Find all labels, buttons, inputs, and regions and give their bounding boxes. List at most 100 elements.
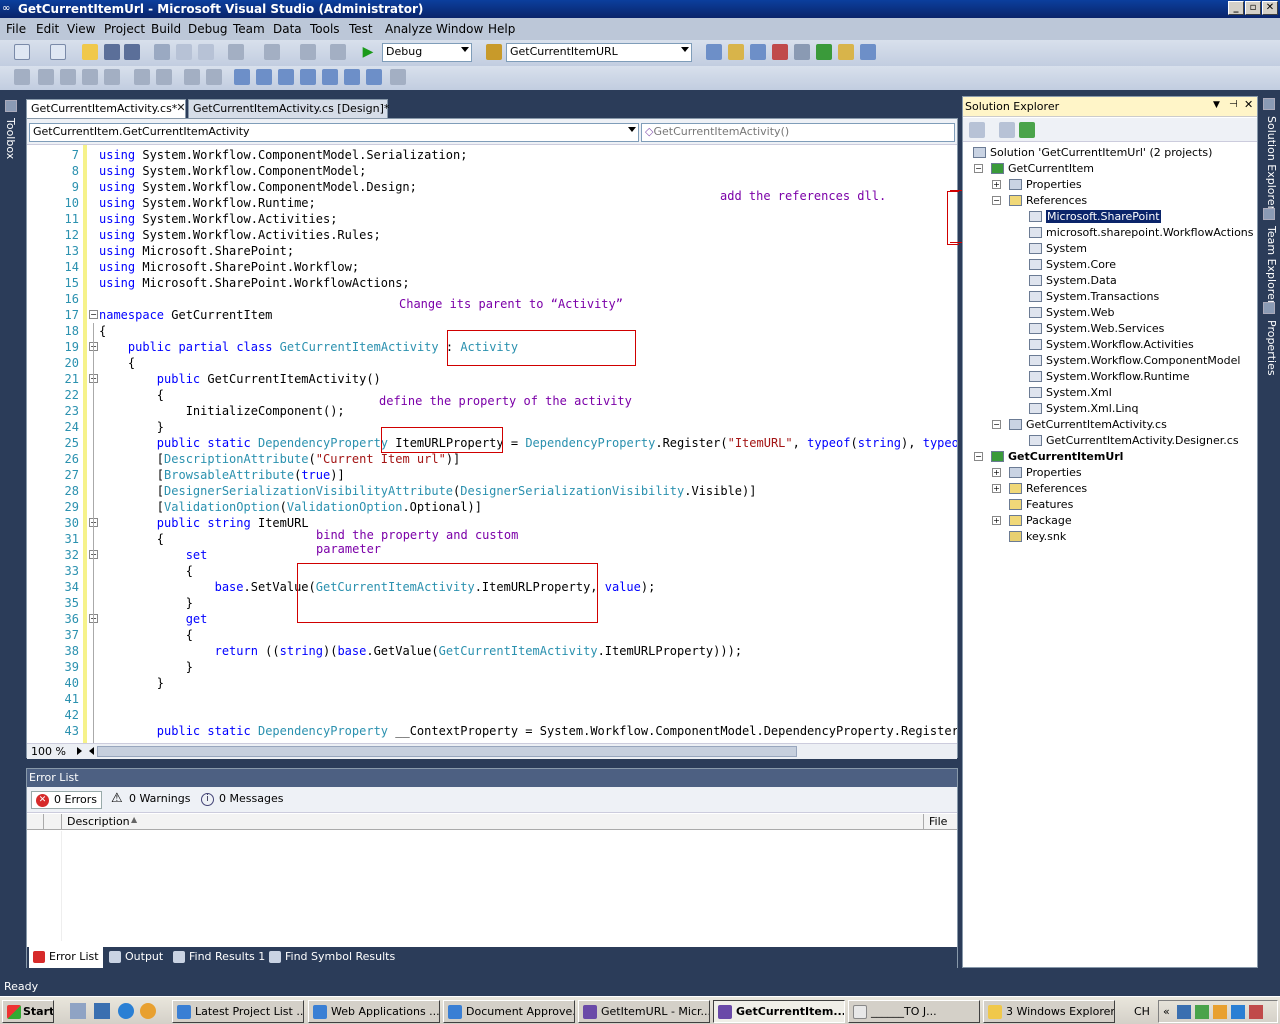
taskbar-item[interactable]: ______TO J... [848, 1000, 980, 1023]
code-line[interactable]: { [99, 323, 106, 339]
code-line[interactable]: public string ItemURL [99, 515, 309, 531]
designer-file-node[interactable]: GetCurrentItemActivity.Designer.cs [1046, 434, 1239, 447]
reference-item[interactable]: System.Web [1046, 306, 1115, 319]
menu-project[interactable]: Project [104, 22, 145, 36]
refresh-icon[interactable] [1019, 122, 1035, 138]
code-editor[interactable]: GetCurrentItem.GetCurrentItemActivity ◇G… [26, 118, 959, 759]
menu-build[interactable]: Build [151, 22, 181, 36]
toolbox-pin-icon[interactable] [5, 100, 17, 112]
open-folder-icon[interactable] [82, 44, 98, 60]
file-column-header[interactable]: File [929, 815, 947, 828]
close-panel-icon[interactable]: ✕ [1244, 98, 1253, 111]
maximize-button[interactable]: ▫ [1245, 1, 1261, 15]
language-indicator[interactable]: CH [1134, 1005, 1150, 1018]
strip-tab-solution-explorer[interactable]: Solution Explorer [1265, 116, 1278, 210]
tab-error-list[interactable]: Error List [29, 947, 103, 968]
reference-item[interactable]: Microsoft.SharePoint [1046, 210, 1161, 223]
code-line[interactable]: { [99, 387, 164, 403]
copy-icon[interactable] [176, 44, 192, 60]
collapse-icon[interactable]: − [992, 420, 1001, 429]
parameter-info-icon[interactable] [38, 69, 54, 85]
menu-edit[interactable]: Edit [36, 22, 59, 36]
code-line[interactable]: InitializeComponent(); [99, 403, 345, 419]
reference-item[interactable]: System.Web.Services [1046, 322, 1164, 335]
taskbar-item[interactable]: GetItemURL - Micr... [578, 1000, 710, 1023]
code-line[interactable]: public static DependencyProperty ItemURL… [99, 435, 957, 451]
find-icon[interactable] [706, 44, 722, 60]
tray-expand-icon[interactable]: « [1163, 1005, 1170, 1018]
bookmark-next-icon[interactable] [278, 69, 294, 85]
paste-icon[interactable] [198, 44, 214, 60]
taskbar-item-active[interactable]: GetCurrentItem... [713, 1000, 845, 1023]
bookmark-next-folder-icon[interactable] [322, 69, 338, 85]
properties-node[interactable]: Properties [1026, 178, 1082, 191]
taskbar-group-explorer[interactable]: 3 Windows Explorer ▾ [983, 1000, 1115, 1023]
bookmark-prev-folder-icon[interactable] [300, 69, 316, 85]
collapse-icon[interactable]: − [992, 196, 1001, 205]
collapse-icon[interactable]: − [974, 452, 983, 461]
tab-activity-design[interactable]: GetCurrentItemActivity.cs [Design]* [188, 99, 389, 118]
word-wrap-icon[interactable] [104, 69, 120, 85]
expand-icon[interactable]: + [992, 180, 1001, 189]
scroll-thumb[interactable] [97, 746, 797, 757]
code-line[interactable]: return ((string)(base.GetValue(GetCurren… [99, 643, 742, 659]
network-icon[interactable] [1231, 1005, 1245, 1019]
toolbox-icon[interactable] [794, 44, 810, 60]
quick-launch-ie-icon[interactable] [118, 1003, 134, 1019]
code-line[interactable]: using System.Workflow.Activities; [99, 211, 337, 227]
reference-item[interactable]: System.Xml.Linq [1046, 402, 1138, 415]
strip-tab-properties[interactable]: Properties [1265, 320, 1278, 376]
code-line[interactable]: public static DependencyProperty __Conte… [99, 723, 957, 739]
code-line[interactable]: public GetCurrentItemActivity() [99, 371, 381, 387]
zoom-dropdown-icon[interactable] [77, 747, 82, 755]
code-line[interactable]: using Microsoft.SharePoint; [99, 243, 294, 259]
bookmark-prev-icon[interactable] [256, 69, 272, 85]
code-line[interactable]: [ValidationOption(ValidationOption.Optio… [99, 499, 482, 515]
show-all-files-icon[interactable] [999, 122, 1015, 138]
code-line[interactable]: namespace GetCurrentItem [99, 307, 272, 323]
code-line[interactable]: using System.Workflow.Activities.Rules; [99, 227, 381, 243]
properties-strip-icon[interactable] [1263, 302, 1275, 314]
find-in-files-icon[interactable] [486, 44, 502, 60]
taskbar-item[interactable]: Document Approve... [443, 1000, 575, 1023]
team-explorer-strip-icon[interactable] [1263, 208, 1275, 220]
start-debugging-icon[interactable]: ▶ [360, 44, 376, 60]
bookmark-prev-doc-icon[interactable] [344, 69, 360, 85]
clear-bookmarks-icon[interactable] [390, 69, 406, 85]
display-members-icon[interactable] [14, 69, 30, 85]
navigate-forward-icon[interactable] [330, 44, 346, 60]
properties-icon[interactable] [969, 122, 985, 138]
menu-analyze[interactable]: Analyze [385, 22, 432, 36]
menu-tools[interactable]: Tools [310, 22, 340, 36]
tray-icon[interactable] [1177, 1005, 1191, 1019]
decrease-indent-icon[interactable] [134, 69, 150, 85]
code-line[interactable]: } [99, 595, 193, 611]
minimize-button[interactable]: _ [1228, 1, 1244, 15]
menu-window[interactable]: Window [436, 22, 483, 36]
expand-icon[interactable]: + [992, 484, 1001, 493]
window-position-icon[interactable]: ▼ [1213, 100, 1220, 110]
navigate-back-icon[interactable] [300, 44, 316, 60]
close-tab-icon[interactable]: ✕ [174, 101, 188, 115]
solution-configuration-select[interactable]: Debug [382, 43, 472, 62]
uncomment-icon[interactable] [206, 69, 222, 85]
reference-item[interactable]: System.Workflow.Runtime [1046, 370, 1189, 383]
code-line[interactable]: { [99, 355, 135, 371]
start-page-icon[interactable] [816, 44, 832, 60]
tab-find-symbol-results[interactable]: Find Symbol Results [265, 947, 399, 968]
strip-tab-team-explorer[interactable]: Team Explorer [1265, 226, 1278, 304]
reference-item[interactable]: microsoft.sharepoint.WorkflowActions [1046, 226, 1254, 239]
reference-item[interactable]: System.Core [1046, 258, 1116, 271]
activity-file-node[interactable]: GetCurrentItemActivity.cs [1026, 418, 1167, 431]
menu-file[interactable]: File [6, 22, 26, 36]
increase-indent-icon[interactable] [156, 69, 172, 85]
code-line[interactable]: { [99, 563, 193, 579]
new-project-icon[interactable] [14, 44, 30, 60]
solution-node[interactable]: Solution 'GetCurrentItemUrl' (2 projects… [990, 146, 1212, 159]
menu-test[interactable]: Test [349, 22, 373, 36]
member-selector[interactable]: ◇GetCurrentItemActivity() [641, 123, 955, 142]
collapse-icon[interactable]: − [974, 164, 983, 173]
code-line[interactable]: } [99, 659, 193, 675]
code-line[interactable]: using System.Workflow.Runtime; [99, 195, 316, 211]
code-line[interactable]: { [99, 627, 193, 643]
